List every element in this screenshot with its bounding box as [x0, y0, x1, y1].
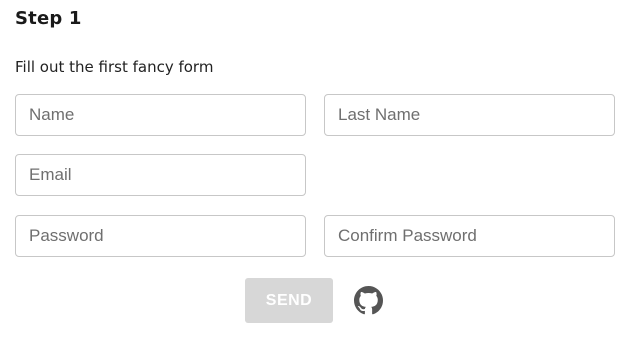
email-field[interactable] — [15, 154, 306, 196]
last-name-field[interactable] — [324, 94, 615, 136]
password-field[interactable] — [15, 215, 306, 257]
name-field[interactable] — [15, 94, 306, 136]
confirm-password-field[interactable] — [324, 215, 615, 257]
github-icon — [354, 286, 383, 315]
github-link[interactable] — [354, 286, 383, 315]
step-title: Step 1 — [15, 8, 82, 29]
form-subtitle: Fill out the first fancy form — [15, 58, 214, 76]
send-button[interactable]: SEND — [245, 278, 333, 323]
